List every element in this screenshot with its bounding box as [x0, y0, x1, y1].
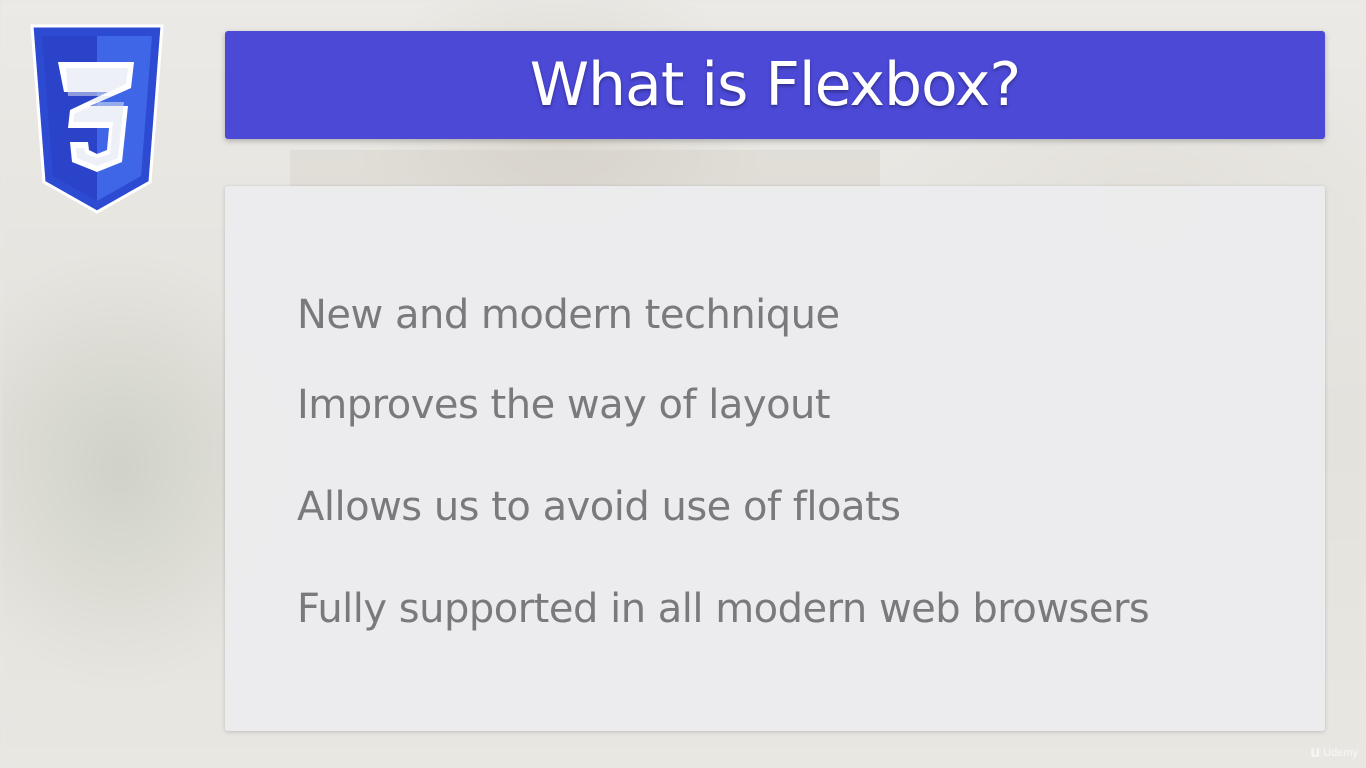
udemy-watermark: u Udemy: [1310, 744, 1358, 762]
bullet-item: Allows us to avoid use of floats: [297, 484, 901, 530]
bullet-item: Improves the way of layout: [297, 382, 831, 428]
slide-title: What is Flexbox?: [529, 50, 1022, 120]
css3-logo: [28, 24, 166, 214]
title-banner: What is Flexbox?: [225, 31, 1325, 139]
content-card: New and modern technique Improves the wa…: [225, 186, 1325, 731]
watermark-text: Udemy: [1323, 747, 1358, 759]
background-frame: [290, 150, 880, 190]
bullet-item: New and modern technique: [297, 292, 840, 338]
css3-shield-icon: [30, 24, 164, 214]
udemy-logo-icon: u: [1310, 744, 1321, 761]
bullet-item: Fully supported in all modern web browse…: [297, 586, 1150, 632]
